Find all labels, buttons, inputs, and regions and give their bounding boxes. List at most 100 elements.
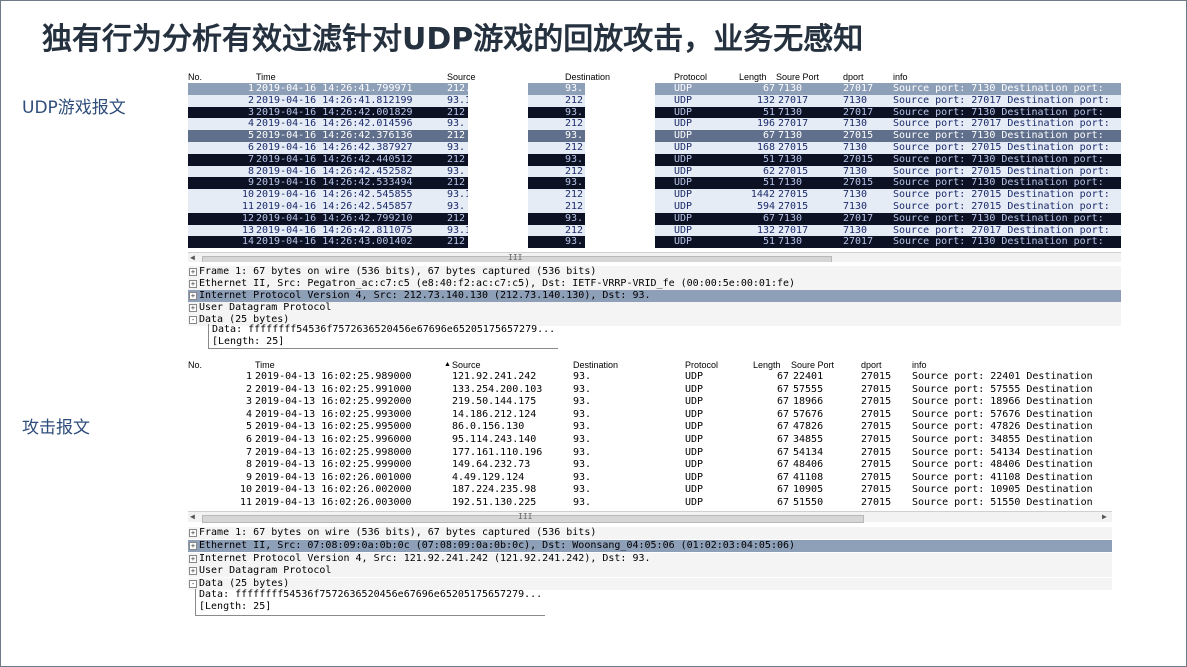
packet-destination: 93. xyxy=(573,446,592,458)
packet-row[interactable]: 1 2019-04-13 16:02:25.989000 121.92.241.24… xyxy=(188,371,1112,384)
bottom-hscroll-thumb[interactable] xyxy=(202,515,864,523)
col-header-sport[interactable]: Soure Port xyxy=(791,360,834,370)
scroll-right-arrow-icon[interactable]: ▶ xyxy=(1102,512,1107,521)
packet-row[interactable]: 5 2019-04-13 16:02:25.995000 86.0.156.130 9… xyxy=(188,421,1112,434)
scroll-left-arrow-icon[interactable]: ◀ xyxy=(190,512,195,521)
packet-info: Source port: 7130 Destination port: xyxy=(893,106,1104,118)
packet-info: Source port: 7130 Destination port: xyxy=(893,236,1104,248)
detail-tree-item[interactable]: + User Datagram Protocol xyxy=(188,565,1112,579)
scroll-left-arrow-icon[interactable]: ◀ xyxy=(190,253,195,262)
packet-time: 2019-04-13 16:02:26.003000 xyxy=(255,497,412,508)
packet-row[interactable]: 8 2019-04-13 16:02:25.999000 149.64.232.73… xyxy=(188,459,1112,472)
packet-row[interactable]: 6 2019-04-13 16:02:25.996000 95.114.243.14… xyxy=(188,434,1112,447)
col-header-info[interactable]: info xyxy=(912,360,927,370)
col-header-length[interactable]: Length xyxy=(753,360,781,370)
col-header-no[interactable]: No. xyxy=(188,72,202,82)
top-hscrollbar[interactable]: ◀ III xyxy=(188,252,1121,262)
expand-icon[interactable]: + xyxy=(189,529,197,537)
packet-dest-port: 27015 xyxy=(861,396,892,408)
detail-tree-item[interactable]: + Frame 1: 67 bytes on wire (536 bits), 6… xyxy=(188,527,1112,540)
packet-row[interactable]: 11 2019-04-13 16:02:26.003000 192.51.130.2… xyxy=(188,497,1112,510)
packet-protocol: UDP xyxy=(674,165,693,177)
packet-destination: 93. xyxy=(573,408,592,420)
col-header-protocol[interactable]: Protocol xyxy=(685,360,718,370)
packet-dest-port: 27015 xyxy=(861,484,892,496)
col-header-protocol[interactable]: Protocol xyxy=(674,72,707,82)
packet-row[interactable]: 10 2019-04-13 16:02:26.002000 187.224.235.… xyxy=(188,484,1112,497)
col-header-no[interactable]: No. xyxy=(188,360,202,370)
expand-icon[interactable]: + xyxy=(189,280,197,288)
packet-no: 2 xyxy=(245,383,252,395)
col-header-destination[interactable]: Destination xyxy=(573,360,618,370)
packet-no: 4 xyxy=(247,118,254,130)
col-header-source[interactable]: Source xyxy=(452,360,481,370)
packet-source-port: 18966 xyxy=(793,396,824,408)
packet-no: 3 xyxy=(245,396,252,408)
packet-length: 67 xyxy=(776,446,789,458)
expand-icon[interactable]: + xyxy=(189,567,197,576)
packet-destination: 93. xyxy=(573,396,592,408)
packet-time: 2019-04-16 14:26:42.452582 xyxy=(256,165,413,177)
packet-time: 2019-04-13 16:02:26.001000 xyxy=(255,471,412,483)
packet-destination: 212 xyxy=(565,224,584,236)
packet-info: Source port: 10905 Destination xyxy=(912,484,1093,496)
col-header-sport[interactable]: Soure Port xyxy=(776,72,819,82)
collapse-icon[interactable]: - xyxy=(189,316,197,324)
bottom-hscrollbar[interactable]: ◀ III ▶ xyxy=(188,511,1112,523)
packet-time: 2019-04-16 14:26:43.001402 xyxy=(256,236,413,248)
packet-info: Source port: 41108 Destination xyxy=(912,471,1093,483)
packet-protocol: UDP xyxy=(685,396,704,408)
detail-tree-item[interactable]: + Ethernet II, Src: 07:08:09:0a:0b:0c (07… xyxy=(188,539,1112,553)
packet-row[interactable]: 9 2019-04-13 16:02:26.001000 4.49.129.124 9… xyxy=(188,471,1112,485)
packet-source-port: 7130 xyxy=(778,177,803,189)
packet-length: 67 xyxy=(776,371,789,382)
packet-time: 2019-04-16 14:26:42.811075 xyxy=(256,224,413,236)
packet-length: 51 xyxy=(762,153,775,165)
packet-protocol: UDP xyxy=(674,189,693,201)
packet-destination: 93. xyxy=(573,371,592,382)
packet-time: 2019-04-16 14:26:42.387927 xyxy=(256,142,413,153)
packet-info: Source port: 48406 Destination xyxy=(912,459,1093,471)
packet-info: Source port: 27015 Destination port: xyxy=(893,142,1110,153)
detail-text: User Datagram Protocol xyxy=(199,565,332,577)
expand-icon[interactable]: + xyxy=(189,554,197,563)
packet-destination: 212 xyxy=(565,201,584,212)
packet-info: Source port: 27015 Destination port: xyxy=(893,189,1110,201)
packet-time: 2019-04-16 14:26:41.812199 xyxy=(256,94,413,106)
packet-protocol: UDP xyxy=(674,153,693,165)
col-header-time[interactable]: Time xyxy=(255,360,275,370)
packet-row[interactable]: 4 2019-04-13 16:02:25.993000 14.186.212.12… xyxy=(188,408,1112,422)
packet-row[interactable]: 7 2019-04-13 16:02:25.998000 177.161.110.1… xyxy=(188,446,1112,460)
expand-icon[interactable]: + xyxy=(189,541,197,550)
expand-icon[interactable]: + xyxy=(189,292,197,300)
collapse-icon[interactable]: - xyxy=(189,580,197,589)
packet-dest-port: 7130 xyxy=(843,142,868,153)
col-header-length[interactable]: Length xyxy=(739,72,767,82)
expand-icon[interactable]: + xyxy=(189,268,197,276)
packet-source-port: 57676 xyxy=(793,408,824,420)
packet-protocol: UDP xyxy=(674,201,693,212)
packet-source-port: 47826 xyxy=(793,421,824,433)
packet-info: Source port: 27017 Destination port: xyxy=(893,118,1110,130)
detail-tree-item[interactable]: + Internet Protocol Version 4, Src: 121.9… xyxy=(188,552,1112,566)
packet-row[interactable]: 2 2019-04-13 16:02:25.991000 133.254.200.1… xyxy=(188,383,1112,397)
col-header-dport[interactable]: dport xyxy=(843,72,864,82)
expand-icon[interactable]: + xyxy=(189,304,197,312)
packet-dest-port: 27017 xyxy=(843,83,874,94)
bottom-data-box: Data: ffffffff54536f7572636520456e67696e… xyxy=(195,589,546,616)
packet-protocol: UDP xyxy=(685,484,704,496)
col-header-dport[interactable]: dport xyxy=(861,360,882,370)
packet-dest-port: 27015 xyxy=(861,383,892,395)
col-header-source[interactable]: Source xyxy=(447,72,476,82)
packet-length: 67 xyxy=(776,421,789,433)
col-header-time[interactable]: Time xyxy=(256,72,276,82)
packet-source: 149.64.232.73 xyxy=(452,459,531,471)
col-header-info[interactable]: info xyxy=(893,72,908,82)
packet-destination: 212 xyxy=(565,189,584,201)
packet-length: 67 xyxy=(776,471,789,483)
col-header-destination[interactable]: Destination xyxy=(565,72,610,82)
packet-info: Source port: 54134 Destination xyxy=(912,446,1093,458)
packet-dest-port: 27015 xyxy=(861,371,892,382)
packet-row[interactable]: 3 2019-04-13 16:02:25.992000 219.50.144.17… xyxy=(188,396,1112,409)
packet-source-port: 10905 xyxy=(793,484,824,496)
